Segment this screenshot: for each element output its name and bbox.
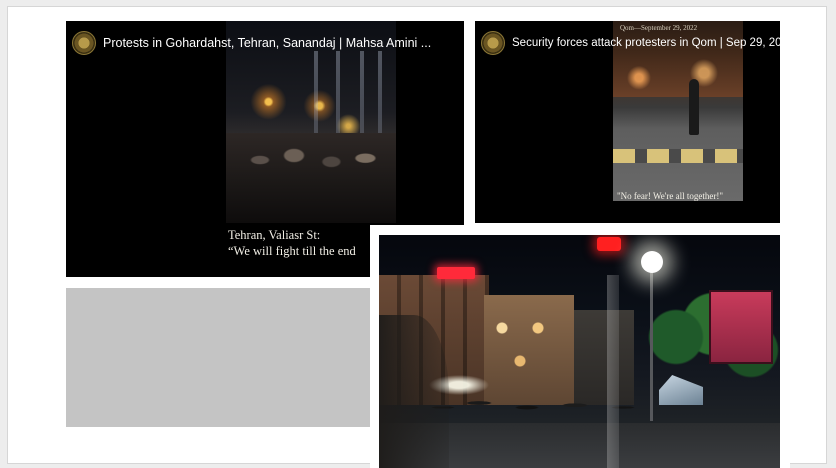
foreground-blur: [379, 315, 449, 468]
channel-logo-icon[interactable]: [481, 31, 505, 55]
traffic-signal: [597, 237, 621, 251]
streetlight: [641, 251, 663, 273]
neon-sign: [437, 267, 475, 279]
crowd: [226, 133, 396, 223]
image-placeholder: [66, 288, 370, 427]
caption-line: “We will fight till the end: [228, 244, 356, 258]
video-embed-qom[interactable]: Qom—September 29, 2022 Security forces a…: [475, 21, 780, 223]
video-caption: "No fear! We're all together!": [617, 191, 724, 201]
billboard: [709, 290, 773, 364]
video-caption: Tehran, Valiasr St: “We will fight till …: [228, 227, 356, 259]
night-street-photo: [370, 225, 790, 468]
person-figure: [689, 79, 699, 135]
caption-line: Tehran, Valiasr St:: [228, 228, 321, 242]
video-title[interactable]: Security forces attack protesters in Qom…: [512, 37, 780, 49]
video-header[interactable]: Protests in Gohardahst, Tehran, Sanandaj…: [66, 21, 464, 65]
video-watermark: Qom—September 29, 2022: [620, 24, 698, 32]
foreground-blur: [607, 275, 619, 468]
video-title[interactable]: Protests in Gohardahst, Tehran, Sanandaj…: [103, 36, 431, 50]
curb: [613, 149, 743, 163]
crowd-and-motorbikes: [419, 385, 659, 430]
channel-logo-icon[interactable]: [72, 31, 96, 55]
page: Protests in Gohardahst, Tehran, Sanandaj…: [0, 0, 836, 468]
photo-image: [379, 235, 780, 468]
